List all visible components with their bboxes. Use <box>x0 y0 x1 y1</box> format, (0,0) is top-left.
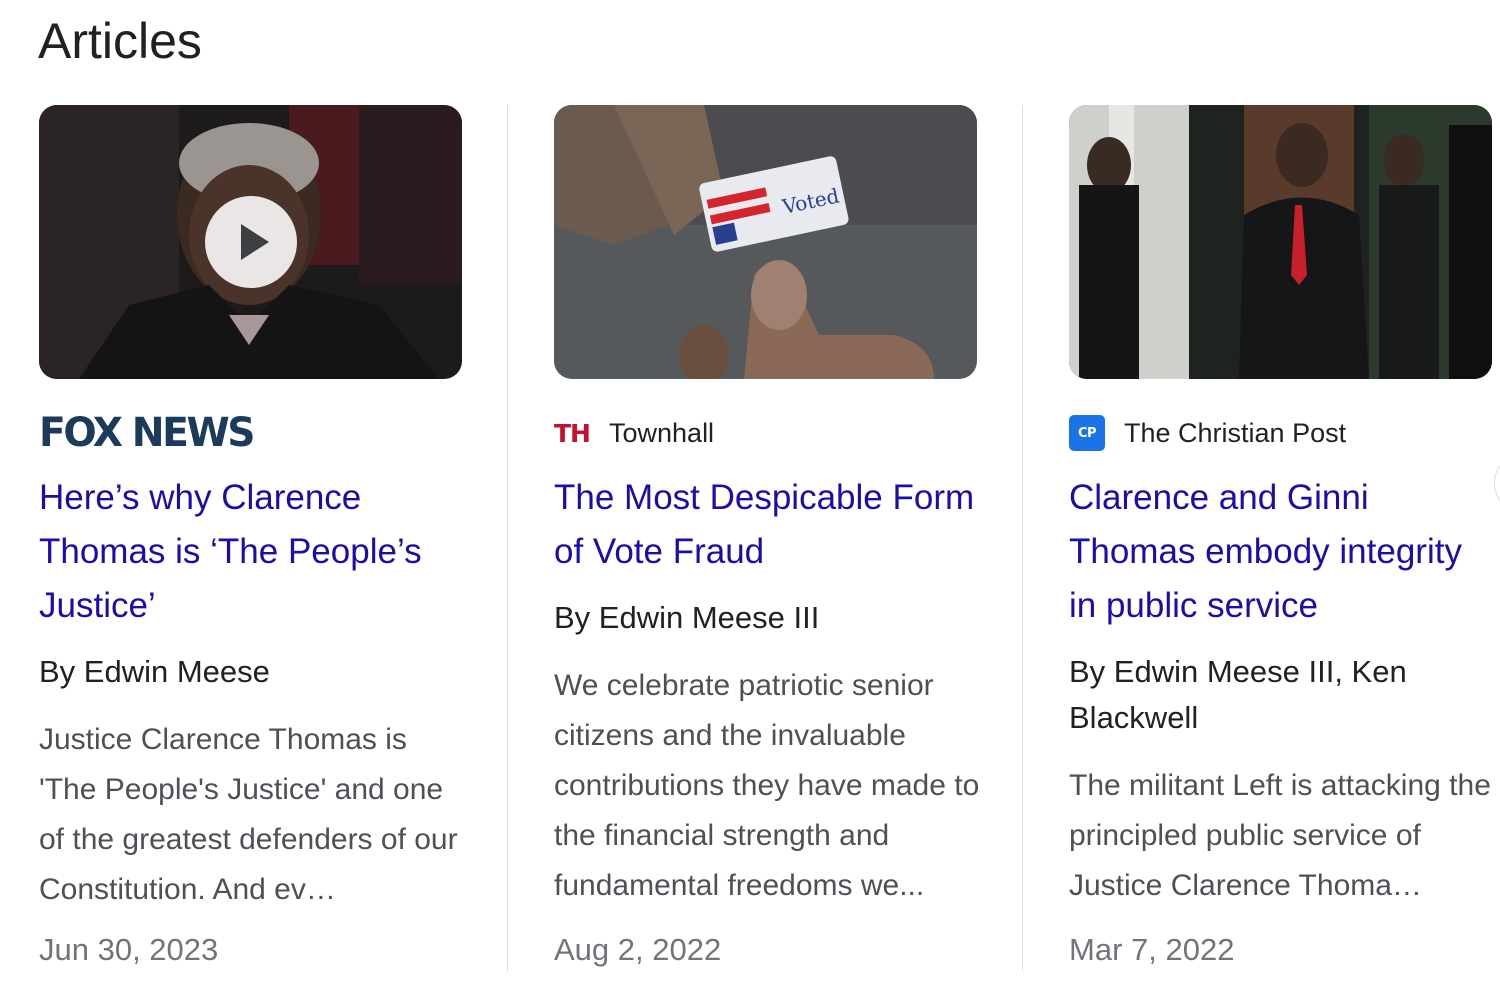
article-byline: By Edwin Meese <box>39 654 270 689</box>
source-name: The Christian Post <box>1124 417 1347 448</box>
christian-post-logo-icon: CP <box>1069 415 1105 451</box>
article-date: Aug 2, 2022 <box>554 932 722 967</box>
article-byline: By Edwin Meese III <box>554 600 820 635</box>
article-headline-link[interactable]: Here’s why Clarence Thomas is ‘The Peopl… <box>39 471 463 633</box>
articles-carousel: FOX NEWS Here’s why Clarence Thomas is ‘… <box>0 105 1500 971</box>
article-card[interactable]: FOX NEWS Here’s why Clarence Thomas is ‘… <box>39 105 463 971</box>
play-video-icon[interactable] <box>205 196 297 288</box>
article-date: Mar 7, 2022 <box>1069 932 1235 967</box>
article-source: TH Townhall <box>554 413 714 453</box>
article-source: CP The Christian Post <box>1069 413 1346 453</box>
article-thumbnail[interactable]: Voted <box>554 105 977 379</box>
article-card[interactable]: Voted TH Townhall The Most Despicable Fo… <box>554 105 979 971</box>
i-voted-sticker-image: Voted <box>554 105 977 379</box>
article-headline-link[interactable]: Clarence and Ginni Thomas embody integri… <box>1069 471 1493 633</box>
article-source: FOX NEWS <box>39 413 257 453</box>
section-title: Articles <box>38 13 202 69</box>
card-divider <box>1022 105 1023 971</box>
source-name: Townhall <box>609 417 715 448</box>
fox-news-logo: FOX NEWS <box>39 410 255 456</box>
article-thumbnail[interactable] <box>1069 105 1492 379</box>
article-headline-link[interactable]: The Most Despicable Form of Vote Fraud <box>554 471 978 579</box>
townhall-logo-icon: TH <box>554 418 591 448</box>
article-date: Jun 30, 2023 <box>39 932 219 967</box>
card-divider <box>507 105 508 971</box>
article-snippet: We celebrate patriotic senior citizens a… <box>554 669 980 902</box>
article-card[interactable]: CP The Christian Post Clarence and Ginni… <box>1069 105 1493 971</box>
article-thumbnail[interactable] <box>39 105 462 379</box>
article-snippet: The militant Left is attacking the princ… <box>1069 769 1491 902</box>
justice-walking-image <box>1069 105 1492 379</box>
article-byline: By Edwin Meese III, Ken Blackwell <box>1069 654 1407 735</box>
article-snippet: Justice Clarence Thomas is 'The People's… <box>39 723 458 906</box>
